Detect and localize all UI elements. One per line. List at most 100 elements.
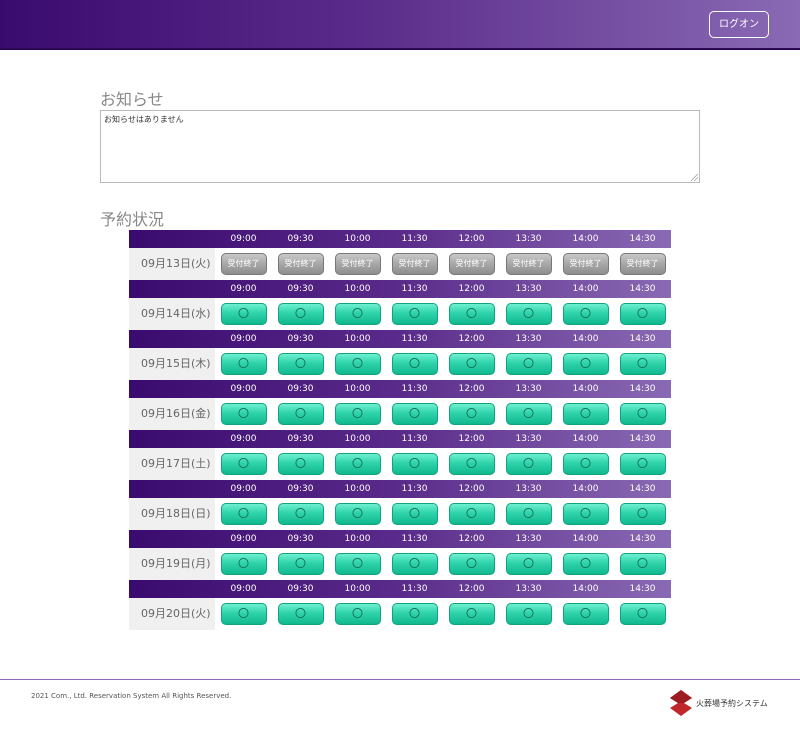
slot-open-button[interactable]: 〇 (220, 353, 267, 375)
slot-cell: 〇 (329, 503, 386, 525)
date-label: 09月14日(水) (129, 298, 215, 330)
slot-open-button[interactable]: 〇 (562, 303, 609, 325)
slot-open-button[interactable]: 〇 (220, 553, 267, 575)
day-block: 09:00 09:30 10:00 11:30 12:00 13:30 14:00 14:30… (129, 580, 671, 630)
slot-open-button[interactable]: 〇 (562, 453, 609, 475)
slot-open-button[interactable]: 〇 (277, 453, 324, 475)
slot-open-button[interactable]: 〇 (619, 303, 666, 325)
slot-open-button[interactable]: 〇 (391, 353, 438, 375)
date-label: 09月19日(月) (129, 548, 215, 580)
slot-open-button[interactable]: 〇 (505, 303, 552, 325)
brand-name: 火葬場予約システム (696, 698, 768, 708)
slot-cell: 〇 (386, 603, 443, 625)
slot-cell: 〇 (557, 303, 614, 325)
slot-open-button[interactable]: 〇 (619, 453, 666, 475)
slot-open-button[interactable]: 〇 (562, 403, 609, 425)
slot-open-button[interactable]: 〇 (505, 403, 552, 425)
day-row: 09月15日(木) 〇〇〇〇〇〇〇〇 (129, 348, 671, 380)
slot-closed-button: 受付終了 (619, 253, 666, 275)
slot-open-button[interactable]: 〇 (220, 403, 267, 425)
slot-open-button[interactable]: 〇 (334, 603, 381, 625)
slot-open-button[interactable]: 〇 (505, 603, 552, 625)
slot-open-button[interactable]: 〇 (391, 303, 438, 325)
slot-open-button[interactable]: 〇 (619, 603, 666, 625)
slot-cell: 〇 (443, 353, 500, 375)
time-label: 11:30 (401, 284, 428, 294)
slot-open-button[interactable]: 〇 (505, 453, 552, 475)
day-block: 09:00 09:30 10:00 11:30 12:00 13:30 14:00 14:30… (129, 330, 671, 380)
slot-open-button[interactable]: 〇 (334, 503, 381, 525)
time-header-row: 09:00 09:30 10:00 11:30 12:00 13:30 14:00 14:30 (129, 230, 671, 248)
day-row: 09月14日(水) 〇〇〇〇〇〇〇〇 (129, 298, 671, 330)
notice-textarea[interactable]: お知らせはありません (100, 110, 700, 183)
slot-open-button[interactable]: 〇 (277, 403, 324, 425)
slot-open-button[interactable]: 〇 (505, 353, 552, 375)
slot-open-button[interactable]: 〇 (334, 453, 381, 475)
slot-open-button[interactable]: 〇 (334, 553, 381, 575)
slot-open-button[interactable]: 〇 (448, 403, 495, 425)
slot-open-button[interactable]: 〇 (277, 303, 324, 325)
slot-cell: 〇 (557, 453, 614, 475)
slot-cell: 〇 (500, 303, 557, 325)
slot-open-button[interactable]: 〇 (562, 353, 609, 375)
slot-open-button[interactable]: 〇 (448, 353, 495, 375)
slot-open-button[interactable]: 〇 (448, 603, 495, 625)
slot-open-button[interactable]: 〇 (277, 353, 324, 375)
day-block: 09:00 09:30 10:00 11:30 12:00 13:30 14:00 14:30… (129, 530, 671, 580)
slot-cell: 〇 (329, 553, 386, 575)
slot-cell: 〇 (386, 353, 443, 375)
slot-open-button[interactable]: 〇 (334, 353, 381, 375)
slot-open-button[interactable]: 〇 (220, 503, 267, 525)
slot-open-button[interactable]: 〇 (220, 303, 267, 325)
time-header-row: 09:00 09:30 10:00 11:30 12:00 13:30 14:00 14:30 (129, 530, 671, 548)
slot-cell: 〇 (386, 303, 443, 325)
slot-open-button[interactable]: 〇 (334, 303, 381, 325)
slot-open-button[interactable]: 〇 (505, 503, 552, 525)
slot-open-button[interactable]: 〇 (619, 553, 666, 575)
notice-text: お知らせはありません (104, 115, 184, 124)
time-header-spacer (129, 380, 215, 398)
slot-open-button[interactable]: 〇 (562, 553, 609, 575)
slot-open-button[interactable]: 〇 (505, 553, 552, 575)
slot-open-button[interactable]: 〇 (619, 353, 666, 375)
slot-open-button[interactable]: 〇 (562, 503, 609, 525)
slot-open-button[interactable]: 〇 (277, 553, 324, 575)
slot-open-button[interactable]: 〇 (220, 453, 267, 475)
time-label: 14:30 (629, 534, 656, 544)
slot-cell: 〇 (386, 453, 443, 475)
resize-grip-icon[interactable] (691, 174, 698, 181)
slot-cell: 〇 (215, 453, 272, 475)
logon-button[interactable]: ログオン (709, 11, 769, 38)
time-header-spacer (129, 330, 215, 348)
slot-open-button[interactable]: 〇 (448, 303, 495, 325)
slot-cell: 〇 (557, 553, 614, 575)
slot-closed-button: 受付終了 (505, 253, 552, 275)
slot-open-button[interactable]: 〇 (448, 503, 495, 525)
slot-open-button[interactable]: 〇 (391, 603, 438, 625)
time-label: 09:00 (230, 534, 257, 544)
reservation-schedule: 09:00 09:30 10:00 11:30 12:00 13:30 14:00 14:30… (129, 230, 671, 630)
slot-open-button[interactable]: 〇 (277, 503, 324, 525)
slot-cell: 〇 (215, 353, 272, 375)
time-label: 14:30 (629, 584, 656, 594)
time-header-spacer (129, 530, 215, 548)
time-header-row: 09:00 09:30 10:00 11:30 12:00 13:30 14:00 14:30 (129, 330, 671, 348)
time-label: 13:30 (515, 534, 542, 544)
slot-open-button[interactable]: 〇 (391, 403, 438, 425)
slot-open-button[interactable]: 〇 (391, 503, 438, 525)
slot-cell: 〇 (443, 403, 500, 425)
slot-open-button[interactable]: 〇 (277, 603, 324, 625)
slot-cell: 〇 (614, 603, 671, 625)
slot-open-button[interactable]: 〇 (391, 453, 438, 475)
slot-open-button[interactable]: 〇 (334, 403, 381, 425)
copyright-text: 2021 Com., Ltd. Reservation System All R… (31, 692, 232, 700)
slot-open-button[interactable]: 〇 (562, 603, 609, 625)
slot-open-button[interactable]: 〇 (220, 603, 267, 625)
slot-open-button[interactable]: 〇 (448, 453, 495, 475)
slot-open-button[interactable]: 〇 (619, 403, 666, 425)
time-label: 13:30 (515, 384, 542, 394)
slot-open-button[interactable]: 〇 (391, 553, 438, 575)
time-label: 12:00 (458, 534, 485, 544)
slot-open-button[interactable]: 〇 (448, 553, 495, 575)
slot-open-button[interactable]: 〇 (619, 503, 666, 525)
